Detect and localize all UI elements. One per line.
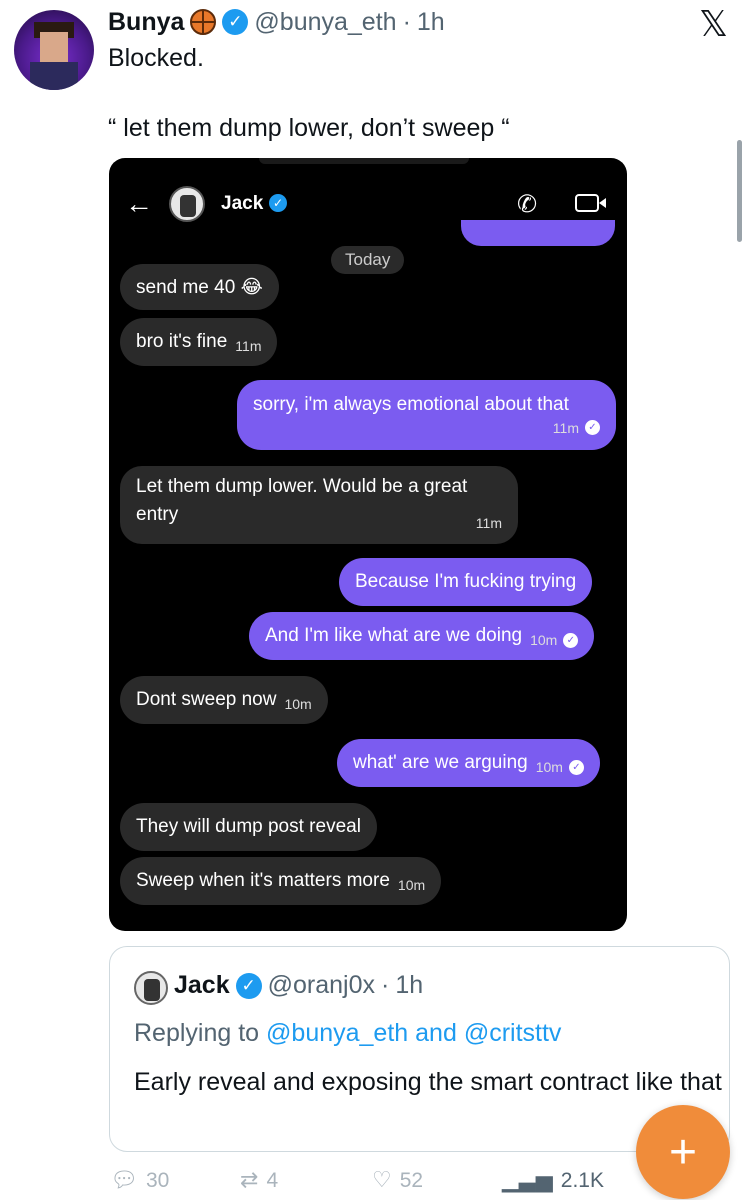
heart-icon: ♡: [372, 1168, 392, 1193]
message-time: 11m: [552, 420, 579, 436]
message-bubble: Let them dump lower. Would be a great en…: [120, 466, 518, 544]
message-text: bro it's fine: [136, 331, 228, 352]
message-time: 11m: [475, 515, 502, 531]
message-text: They will dump post reveal: [136, 816, 361, 837]
quoted-tweet[interactable]: Jack ✓ @oranj0x · 1h Replying to @bunya_…: [109, 946, 730, 1152]
video-call-icon: [575, 194, 606, 212]
author-handle[interactable]: @bunya_eth: [254, 8, 396, 37]
message-bubble-cutoff: [461, 220, 615, 246]
back-arrow-icon: ←: [125, 188, 153, 219]
quoted-tweet-header: Jack ✓ @oranj0x · 1h: [174, 971, 423, 1000]
reply-and: and: [415, 1019, 457, 1047]
phone-notch: [259, 158, 469, 164]
like-button[interactable]: ♡ 52: [372, 1168, 423, 1193]
tweet-actions: 💬︎ 30 ⇄ 4 ♡ 52 ▁▃▅ 2.1K: [0, 1160, 746, 1200]
author-name[interactable]: Bunya: [108, 8, 184, 37]
views-button[interactable]: ▁▃▅ 2.1K: [502, 1168, 604, 1193]
message-text: Sweep when it's matters more: [136, 870, 390, 891]
message-time: 11m: [235, 338, 262, 354]
reply-mention-2[interactable]: @critsttv: [464, 1019, 562, 1047]
chat-contact-name: Jack: [221, 193, 264, 214]
reply-count: 30: [145, 1168, 170, 1192]
read-check-icon: ✓: [585, 420, 600, 435]
message-text: Let them dump lower. Would be a great: [136, 476, 468, 497]
author-avatar[interactable]: [14, 10, 94, 90]
x-logo-icon[interactable]: 𝕏: [699, 4, 728, 45]
reply-icon: 💬︎: [110, 1168, 138, 1193]
read-check-icon: ✓: [568, 759, 584, 775]
quoted-author-name[interactable]: Jack: [174, 971, 230, 1000]
message-text: And I'm like what are we doing: [265, 625, 523, 646]
verified-badge-icon: ✓: [269, 194, 287, 212]
message-text-line2: entry: [136, 504, 179, 525]
repost-button[interactable]: ⇄ 4: [240, 1168, 278, 1193]
tweet-text: Blocked.: [108, 44, 204, 72]
quoted-tweet-time[interactable]: 1h: [395, 971, 423, 1000]
like-count: 52: [399, 1168, 424, 1192]
chat-contact-avatar: [169, 186, 205, 222]
message-bubble: bro it's fine 11m: [120, 318, 278, 366]
replying-prefix: Replying to: [134, 1019, 260, 1047]
quoted-author-handle[interactable]: @oranj0x: [268, 971, 375, 1000]
message-time: 10m: [284, 696, 312, 712]
message-bubble: And I'm like what are we doing 10m ✓: [249, 612, 595, 660]
quoted-author-avatar[interactable]: [134, 971, 168, 1005]
tweet-header: Bunya ✓ @bunya_eth · 1h: [108, 6, 445, 38]
tweet-quote-line: “ let them dump lower, don’t sweep “: [108, 114, 510, 142]
message-text: send me 40 😂: [136, 276, 263, 298]
message-bubble: sorry, i'm always emotional about that 1…: [237, 380, 616, 450]
tweet-time[interactable]: 1h: [417, 8, 445, 37]
message-time: 10m: [535, 759, 563, 775]
reply-mention-1[interactable]: @bunya_eth: [266, 1019, 408, 1047]
chat-screenshot[interactable]: ← Jack ✓ ✆ Today send me 40 😂 bro it's f…: [109, 158, 627, 931]
repost-count: 4: [266, 1168, 279, 1192]
message-text: Dont sweep now: [136, 689, 277, 710]
message-time: 10m: [397, 877, 426, 893]
message-bubble: Dont sweep now 10m: [120, 676, 328, 724]
separator: ·: [402, 7, 411, 36]
phone-icon: ✆: [517, 191, 538, 218]
message-text: Because I'm fucking trying: [355, 571, 577, 592]
read-check-icon: ✓: [563, 632, 579, 648]
views-chart-icon: ▁▃▅: [502, 1168, 553, 1193]
message-bubble: They will dump post reveal: [120, 803, 377, 851]
verified-badge-icon: ✓: [235, 972, 262, 999]
avatar-body: [30, 62, 78, 90]
message-bubble: what' are we arguing 10m ✓: [337, 739, 600, 787]
message-time: 10m: [530, 632, 558, 648]
date-divider: Today: [331, 246, 405, 274]
message-text: what' are we arguing: [353, 752, 528, 773]
avatar-face: [40, 32, 68, 62]
compose-plus-icon[interactable]: +: [636, 1105, 730, 1199]
message-bubble: send me 40 😂: [120, 264, 279, 310]
replying-to: Replying to @bunya_eth and @critsttv: [134, 1019, 561, 1048]
message-text: sorry, i'm always emotional about that: [253, 394, 569, 415]
scrollbar[interactable]: [737, 140, 742, 242]
message-bubble: Because I'm fucking trying: [339, 558, 593, 606]
basketball-icon: [190, 9, 217, 35]
reply-button[interactable]: 💬︎ 30: [110, 1168, 169, 1193]
repost-icon: ⇄: [240, 1168, 259, 1193]
quoted-tweet-text: Early reveal and exposing the smart cont…: [134, 1068, 722, 1096]
separator: ·: [381, 971, 390, 999]
views-count: 2.1K: [560, 1168, 604, 1192]
message-bubble: Sweep when it's matters more 10m: [120, 857, 442, 905]
verified-badge-icon: ✓: [222, 9, 249, 35]
